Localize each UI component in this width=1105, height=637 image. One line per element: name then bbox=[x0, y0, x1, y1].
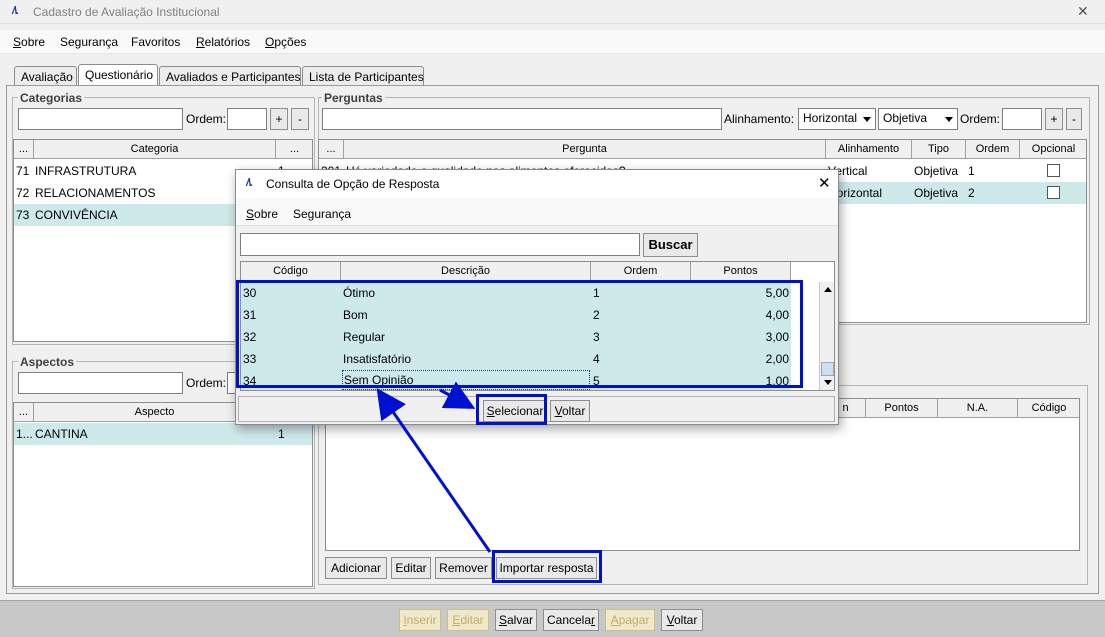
arrow-to-selecionar bbox=[439, 381, 476, 409]
annotation-arrows bbox=[376, 381, 492, 553]
arrow-importar-to-options bbox=[376, 388, 492, 553]
